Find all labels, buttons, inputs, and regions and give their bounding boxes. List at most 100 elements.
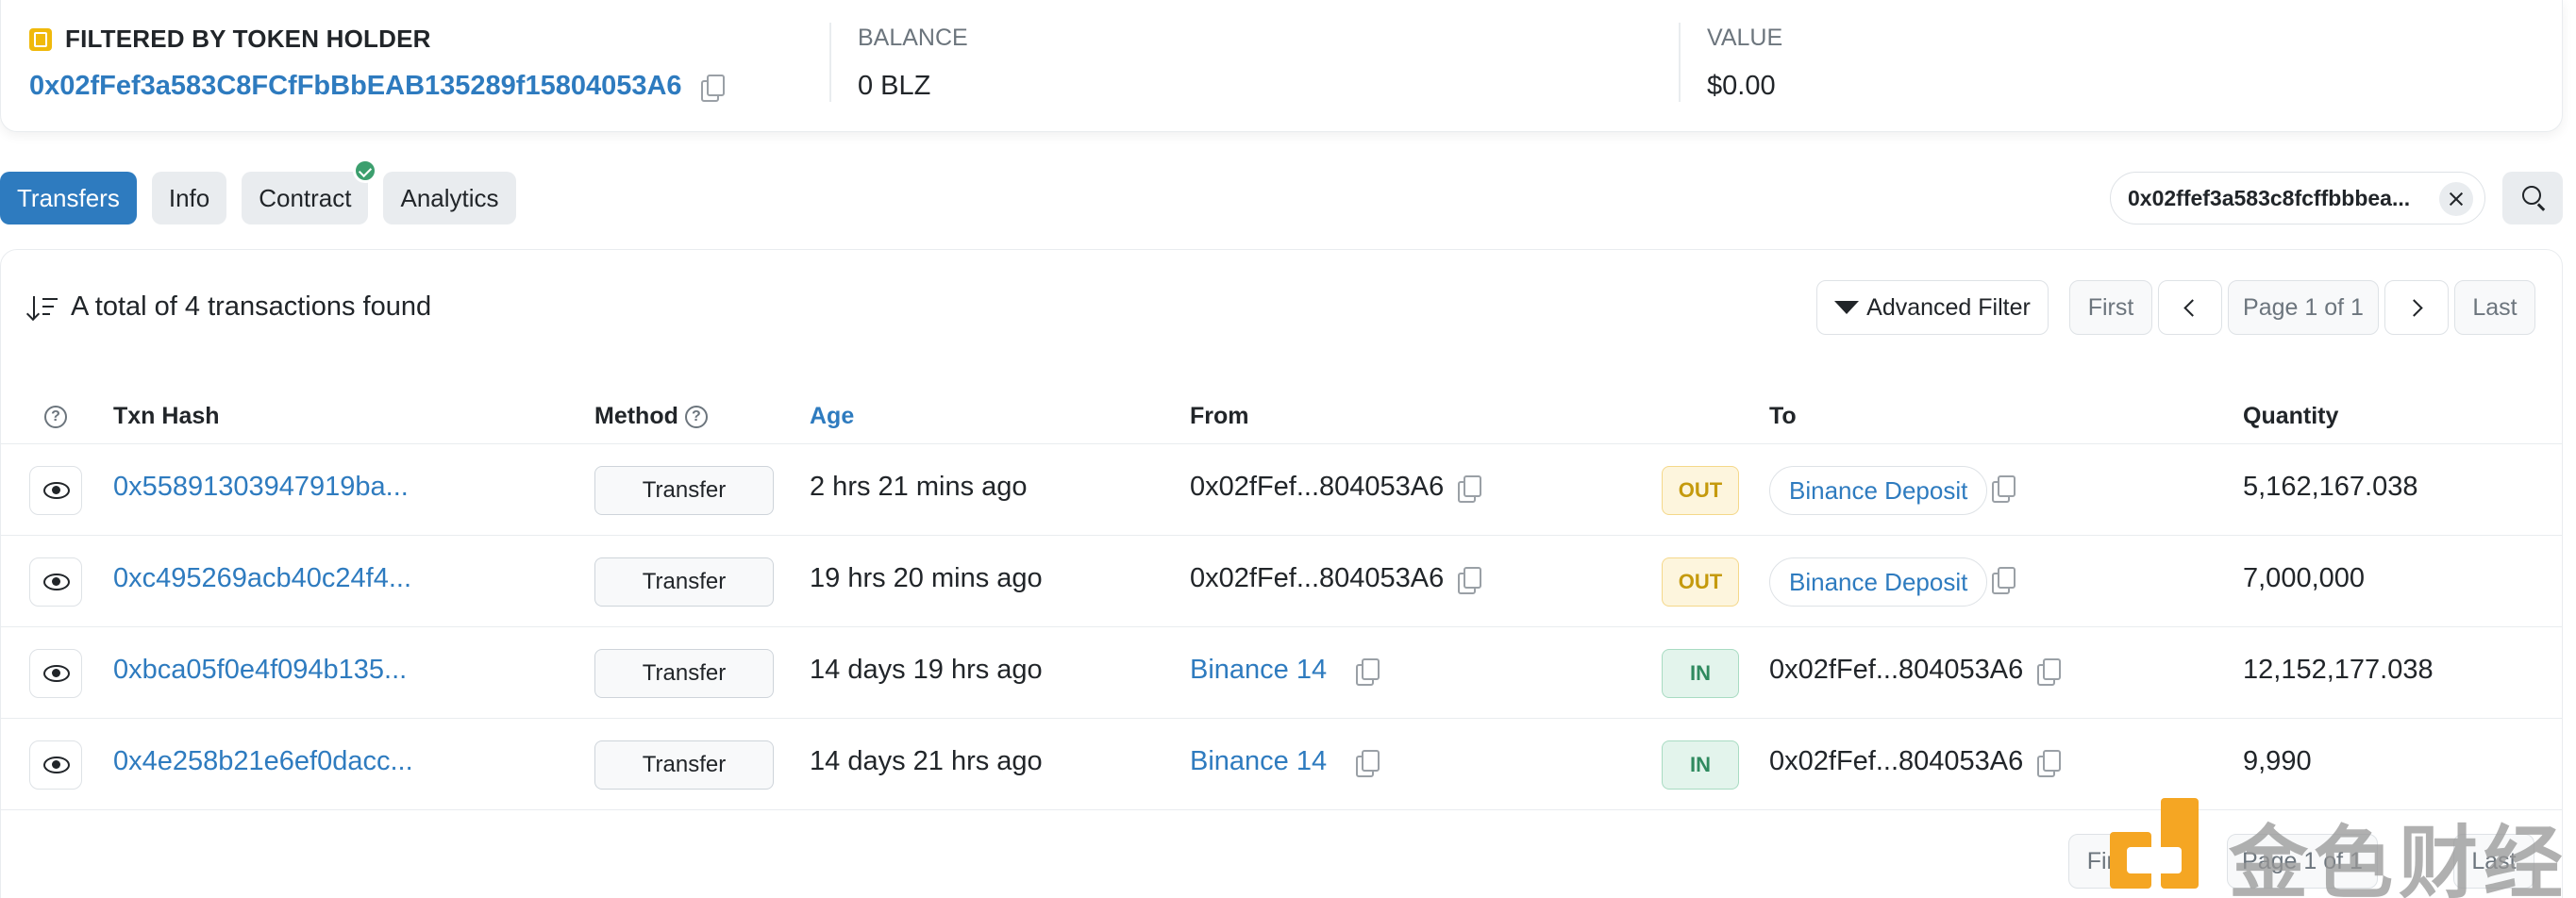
tab-transfers[interactable]: Transfers (0, 172, 137, 224)
holder-column: FILTERED BY TOKEN HOLDER 0x02fFef3a583C8… (1, 0, 829, 131)
value-column: VALUE $0.00 (1679, 0, 2562, 131)
direction-badge: OUT (1662, 557, 1739, 607)
quantity-cell: 9,990 (2243, 746, 2312, 776)
help-icon: ? (44, 406, 67, 429)
eye-icon (43, 665, 70, 682)
total-transactions: A total of 4 transactions found (29, 291, 431, 323)
copy-icon[interactable] (2037, 658, 2061, 686)
tab-analytics[interactable]: Analytics (383, 172, 516, 224)
method-badge: Transfer (594, 557, 774, 607)
tab-contract-label: Contract (259, 183, 352, 212)
direction-badge: IN (1662, 649, 1739, 698)
close-icon[interactable] (2439, 182, 2473, 216)
divider (829, 23, 831, 102)
txn-hash-header: Txn Hash (113, 403, 220, 429)
table-row: 0xc495269acb40c24f4... Transfer 19 hrs 2… (1, 537, 2562, 627)
holder-label-text: FILTERED BY TOKEN HOLDER (65, 25, 431, 53)
balance-column: BALANCE 0 BLZ (829, 0, 1679, 131)
total-text: A total of 4 transactions found (71, 291, 432, 322)
help-column-header[interactable]: ? (44, 403, 67, 430)
quantity-header: Quantity (2243, 403, 2339, 429)
view-details-button[interactable] (29, 649, 82, 698)
holder-address-link[interactable]: 0x02fFef3a583C8FCfFbBbEAB135289f15804053… (29, 71, 682, 102)
table-row: 0xbca05f0e4f094b135... Transfer 14 days … (1, 628, 2562, 719)
address-filter-chip[interactable]: 0x02ffef3a583c8fcffbbbea... (2110, 172, 2485, 224)
value-label: VALUE (1707, 25, 1783, 51)
eye-icon (43, 482, 70, 499)
quantity-cell: 7,000,000 (2243, 563, 2366, 593)
to-address-tag[interactable]: Binance Deposit (1769, 557, 1988, 607)
from-address[interactable]: Binance 14 (1190, 746, 1327, 777)
view-details-button[interactable] (29, 740, 82, 790)
age-cell: 19 hrs 20 mins ago (810, 563, 1043, 593)
filter-icon (1834, 301, 1860, 314)
quantity-cell: 5,162,167.038 (2243, 472, 2418, 502)
balance-value: 0 BLZ (858, 71, 931, 101)
chevron-right-icon (2405, 298, 2423, 317)
age-cell: 2 hrs 21 mins ago (810, 472, 1028, 502)
watermark: 金色财经 (2097, 790, 2568, 898)
address-tag-icon (29, 27, 52, 51)
watermark-text: 金色财经 (2229, 817, 2569, 898)
copy-icon[interactable] (1458, 567, 1481, 594)
watermark-logo-icon (2110, 798, 2216, 889)
page-indicator: Page 1 of 1 (2228, 280, 2379, 335)
direction-badge: IN (1662, 740, 1739, 790)
method-badge: Transfer (594, 649, 774, 698)
first-page-button[interactable]: First (2069, 280, 2152, 335)
method-header-label: Method (594, 403, 678, 429)
verified-check-icon (353, 158, 378, 183)
advanced-filter-label: Advanced Filter (1866, 293, 2031, 321)
age-cell: 14 days 21 hrs ago (810, 746, 1043, 776)
holder-address: 0x02fFef3a583C8FCfFbBbEAB135289f15804053… (29, 71, 829, 102)
tab-contract[interactable]: Contract (242, 158, 378, 224)
help-icon[interactable]: ? (684, 406, 708, 429)
to-address[interactable]: 0x02fFef...804053A6 (1769, 655, 2023, 686)
holder-label: FILTERED BY TOKEN HOLDER (29, 25, 829, 54)
txn-hash-link[interactable]: 0x55891303947919ba... (113, 472, 409, 503)
copy-icon[interactable] (1992, 475, 2016, 503)
method-badge: Transfer (594, 466, 774, 515)
to-address[interactable]: 0x02fFef...804053A6 (1769, 746, 2023, 777)
age-header[interactable]: Age (810, 403, 854, 430)
quantity-cell: 12,152,177.038 (2243, 655, 2434, 685)
tab-bar: Transfers Info Contract Analytics (0, 158, 516, 224)
direction-badge: OUT (1662, 466, 1739, 515)
copy-icon[interactable] (1458, 475, 1481, 503)
eye-icon (43, 574, 70, 590)
txn-hash-link[interactable]: 0x4e258b21e6ef0dacc... (113, 746, 413, 777)
copy-icon[interactable] (1992, 567, 2016, 594)
method-header: Method ? (594, 403, 708, 430)
token-holder-summary: FILTERED BY TOKEN HOLDER 0x02fFef3a583C8… (0, 0, 2563, 132)
divider (1679, 23, 1681, 102)
from-address[interactable]: Binance 14 (1190, 655, 1327, 686)
tab-info[interactable]: Info (151, 172, 227, 224)
prev-page-button[interactable] (2158, 280, 2222, 335)
copy-icon[interactable] (1356, 658, 1380, 686)
from-address[interactable]: 0x02fFef...804053A6 (1190, 472, 1444, 503)
chevron-left-icon (2183, 298, 2201, 317)
from-address[interactable]: 0x02fFef...804053A6 (1190, 563, 1444, 594)
view-details-button[interactable] (29, 557, 82, 607)
to-header: To (1769, 403, 1797, 429)
copy-icon[interactable] (700, 74, 725, 102)
sort-descending-icon (29, 294, 61, 321)
txn-hash-link[interactable]: 0xc495269acb40c24f4... (113, 563, 411, 594)
last-page-button[interactable]: Last (2454, 280, 2535, 335)
to-address-tag[interactable]: Binance Deposit (1769, 466, 1988, 515)
copy-icon[interactable] (1356, 750, 1380, 777)
txn-hash-link[interactable]: 0xbca05f0e4f094b135... (113, 655, 407, 686)
age-cell: 14 days 19 hrs ago (810, 655, 1043, 685)
balance-label: BALANCE (858, 25, 968, 51)
from-header: From (1190, 403, 1249, 429)
copy-icon[interactable] (2037, 750, 2061, 777)
next-page-button[interactable] (2384, 280, 2449, 335)
table-header: ? Txn Hash Method ? Age From To Quantity (1, 384, 2562, 444)
method-badge: Transfer (594, 740, 774, 790)
view-details-button[interactable] (29, 466, 82, 515)
advanced-filter-button[interactable]: Advanced Filter (1816, 280, 2049, 335)
eye-icon (43, 757, 70, 773)
value-amount: $0.00 (1707, 71, 1776, 101)
address-filter-text: 0x02ffef3a583c8fcffbbbea... (2128, 185, 2411, 210)
search-button[interactable] (2502, 172, 2563, 224)
